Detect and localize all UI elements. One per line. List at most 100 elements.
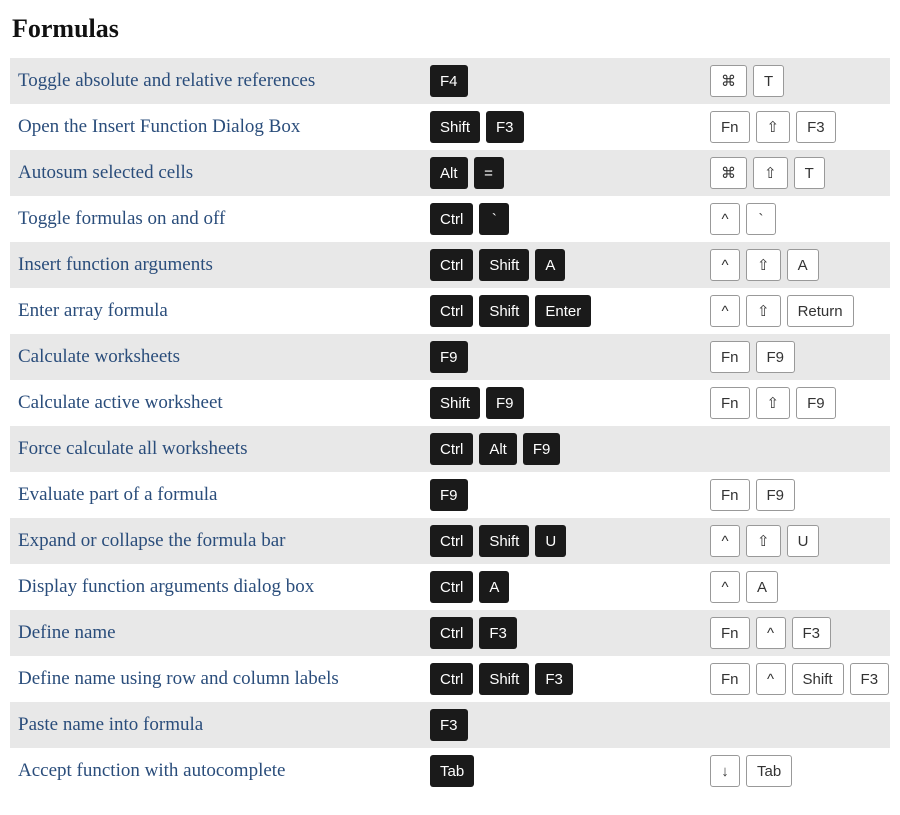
shortcut-label[interactable]: Calculate worksheets [10,346,430,368]
key-light: Return [787,295,854,327]
key-dark: F9 [430,341,468,373]
windows-shortcut: CtrlShiftU [430,525,710,557]
key-dark: Shift [479,525,529,557]
key-dark: F3 [430,709,468,741]
mac-shortcut: ^⇧U [710,525,890,557]
shortcut-label[interactable]: Autosum selected cells [10,162,430,184]
key-dark: Ctrl [430,203,473,235]
mac-shortcut: ⌘T [710,65,890,97]
key-dark: A [535,249,565,281]
mac-shortcut: Fn^F3 [710,617,890,649]
key-dark: Alt [479,433,517,465]
key-light: Fn [710,663,750,695]
shortcut-row: Accept function with autocompleteTab↓Tab [10,748,890,794]
mac-shortcut: Fn⇧F3 [710,111,890,143]
key-dark: Ctrl [430,249,473,281]
key-dark: Ctrl [430,525,473,557]
windows-shortcut: CtrlA [430,571,710,603]
key-dark: Shift [479,295,529,327]
key-dark: F3 [535,663,573,695]
key-dark: Ctrl [430,617,473,649]
windows-shortcut: F3 [430,709,710,741]
mac-shortcut: Fn⇧F9 [710,387,890,419]
key-dark: Ctrl [430,663,473,695]
shortcut-row: Toggle absolute and relative referencesF… [10,58,890,104]
key-dark: ` [479,203,509,235]
key-light: ` [746,203,776,235]
windows-shortcut: CtrlAltF9 [430,433,710,465]
shortcut-label[interactable]: Expand or collapse the formula bar [10,530,430,552]
shortcut-label[interactable]: Force calculate all worksheets [10,438,430,460]
windows-shortcut: Ctrl` [430,203,710,235]
shortcut-row: Insert function argumentsCtrlShiftA^⇧A [10,242,890,288]
key-light: Fn [710,387,750,419]
key-dark: F9 [523,433,561,465]
shortcut-row: Define nameCtrl F3Fn^F3 [10,610,890,656]
shortcut-row: Enter array formulaCtrlShiftEnter ^⇧Retur… [10,288,890,334]
key-dark: Tab [430,755,474,787]
key-light: Fn [710,617,750,649]
shortcut-label[interactable]: Define name [10,622,430,644]
windows-shortcut: CtrlShiftA [430,249,710,281]
shortcuts-table: Toggle absolute and relative referencesF… [10,58,890,794]
shortcut-label[interactable]: Enter array formula [10,300,430,322]
key-light: ^ [710,203,740,235]
key-light: ⇧ [746,295,781,327]
key-light: Tab [746,755,792,787]
key-light: Fn [710,341,750,373]
windows-shortcut: F9 [430,341,710,373]
key-light: F3 [850,663,890,695]
shortcut-label[interactable]: Accept function with autocomplete [10,760,430,782]
key-light: ⌘ [710,157,747,189]
mac-shortcut: ^⇧Return [710,295,890,327]
key-dark: Shift [479,249,529,281]
key-dark: Alt [430,157,468,189]
shortcut-row: Open the Insert Function Dialog BoxShift… [10,104,890,150]
shortcut-label[interactable]: Define name using row and column labels [10,668,430,690]
key-light: F3 [792,617,832,649]
mac-shortcut: ^A [710,571,890,603]
shortcut-row: Autosum selected cellsAlt=⌘⇧T [10,150,890,196]
shortcut-label[interactable]: Open the Insert Function Dialog Box [10,116,430,138]
key-dark: Ctrl [430,295,473,327]
key-light: ^ [756,617,786,649]
shortcut-label[interactable]: Display function arguments dialog box [10,576,430,598]
key-light: ^ [710,249,740,281]
shortcut-row: Evaluate part of a formula F9FnF9 [10,472,890,518]
shortcut-label[interactable]: Insert function arguments [10,254,430,276]
mac-shortcut: ^` [710,203,890,235]
shortcut-row: Calculate worksheetsF9FnF9 [10,334,890,380]
section-title: Formulas [10,0,890,58]
key-dark: U [535,525,566,557]
key-light: Fn [710,479,750,511]
key-dark: F9 [486,387,524,419]
key-light: U [787,525,820,557]
key-dark: Ctrl [430,433,473,465]
shortcut-row: Define name using row and column labelsC… [10,656,890,702]
windows-shortcut: F4 [430,65,710,97]
shortcut-label[interactable]: Paste name into formula [10,714,430,736]
key-dark: F4 [430,65,468,97]
key-light: Shift [792,663,844,695]
shortcut-label[interactable]: Toggle formulas on and off [10,208,430,230]
windows-shortcut: Alt= [430,157,710,189]
mac-shortcut: FnF9 [710,479,890,511]
key-light: ^ [710,295,740,327]
key-light: ^ [710,571,740,603]
windows-shortcut: Tab [430,755,710,787]
shortcut-row: Paste name into formulaF3 [10,702,890,748]
key-light: T [753,65,784,97]
shortcut-label[interactable]: Evaluate part of a formula [10,484,430,506]
windows-shortcut: CtrlShiftF3 [430,663,710,695]
shortcut-row: Toggle formulas on and offCtrl`^` [10,196,890,242]
key-light: F9 [756,479,796,511]
key-dark: Enter [535,295,591,327]
key-light: A [746,571,778,603]
shortcut-label[interactable]: Calculate active worksheet [10,392,430,414]
key-dark: F3 [486,111,524,143]
shortcut-row: Force calculate all worksheetsCtrlAltF9 [10,426,890,472]
key-light: ↓ [710,755,740,787]
shortcut-label[interactable]: Toggle absolute and relative references [10,70,430,92]
mac-shortcut: Fn^ShiftF3 [710,663,890,695]
windows-shortcut: ShiftF9 [430,387,710,419]
